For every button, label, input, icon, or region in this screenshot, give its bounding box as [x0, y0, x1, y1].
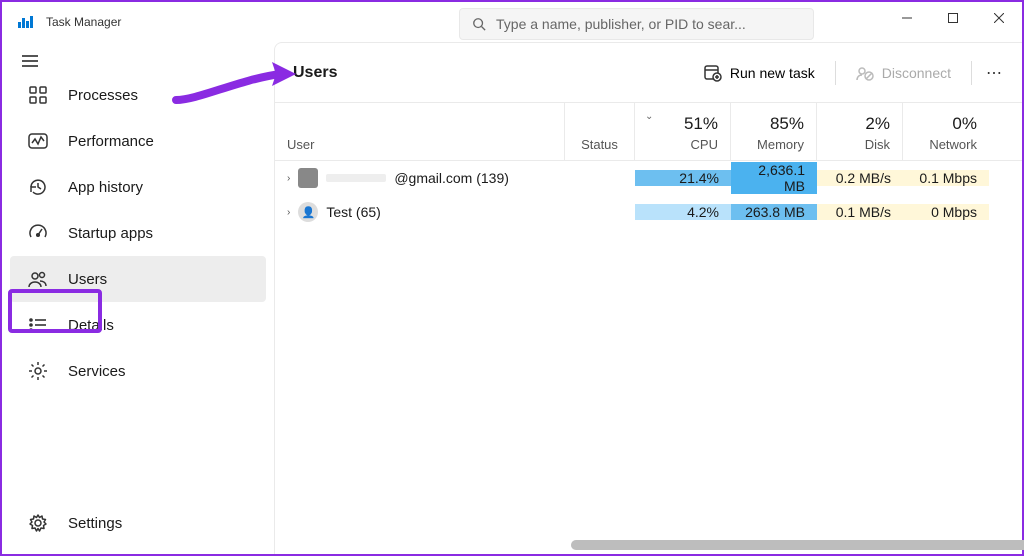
sidebar-item-performance[interactable]: Performance — [10, 118, 266, 164]
disk-value: 0.2 MB/s — [817, 170, 903, 186]
sidebar-item-label: Services — [68, 363, 126, 380]
expand-icon[interactable]: › — [287, 173, 290, 184]
history-icon — [28, 177, 48, 197]
sidebar-item-users[interactable]: Users — [10, 256, 266, 302]
window-controls — [884, 2, 1022, 34]
column-cpu[interactable]: ⌄ 51% CPU — [635, 103, 731, 160]
horizontal-scrollbar[interactable] — [571, 540, 1024, 550]
disconnect-label: Disconnect — [882, 65, 951, 81]
cpu-value: 21.4% — [635, 170, 731, 186]
sidebar-item-app-history[interactable]: App history — [10, 164, 266, 210]
users-icon — [28, 269, 48, 289]
sidebar-item-label: Settings — [68, 515, 122, 532]
sidebar-item-details[interactable]: Details — [10, 302, 266, 348]
toolbar-divider — [971, 61, 972, 85]
table-row[interactable]: › 👤 Test (65) 4.2% 263.8 MB 0.1 MB/s 0 M… — [275, 195, 1022, 229]
main-header: Users Run new task Disconnect ⋯ — [275, 43, 1022, 103]
memory-value: 2,636.1 MB — [731, 162, 817, 194]
disconnect-icon — [856, 64, 874, 82]
table-row[interactable]: › @gmail.com (139) 21.4% 2,636.1 MB 0.2 … — [275, 161, 1022, 195]
expand-icon[interactable]: › — [287, 207, 290, 218]
column-memory[interactable]: 85% Memory — [731, 103, 817, 160]
gear-icon — [28, 361, 48, 381]
disconnect-button: Disconnect — [844, 58, 963, 88]
sidebar-item-label: App history — [68, 179, 143, 196]
sidebar-item-label: Processes — [68, 87, 138, 104]
column-network[interactable]: 0% Network — [903, 103, 989, 160]
sidebar-item-label: Startup apps — [68, 225, 153, 242]
sidebar-item-label: Details — [68, 317, 114, 334]
avatar-placeholder-icon: 👤 — [298, 202, 318, 222]
settings-icon — [28, 513, 48, 533]
sidebar-item-settings[interactable]: Settings — [10, 500, 266, 546]
column-disk[interactable]: 2% Disk — [817, 103, 903, 160]
sidebar-item-processes[interactable]: Processes — [10, 72, 266, 118]
gauge-icon — [28, 223, 48, 243]
network-value: 0 Mbps — [903, 204, 989, 220]
sidebar: Processes Performance App history Startu… — [2, 42, 274, 554]
toolbar-divider — [835, 61, 836, 85]
search-input[interactable]: Type a name, publisher, or PID to sear..… — [459, 8, 814, 40]
app-title: Task Manager — [46, 15, 121, 29]
run-new-task-button[interactable]: Run new task — [692, 58, 827, 88]
memory-value: 263.8 MB — [731, 204, 817, 220]
disk-value: 0.1 MB/s — [817, 204, 903, 220]
title-bar: Task Manager Type a name, publisher, or … — [2, 2, 1022, 42]
sidebar-item-startup-apps[interactable]: Startup apps — [10, 210, 266, 256]
sidebar-item-label: Users — [68, 271, 107, 288]
users-table: User Status ⌄ 51% CPU 85% Memory 2% Disk… — [275, 103, 1022, 554]
run-task-icon — [704, 64, 722, 82]
hamburger-menu[interactable] — [2, 50, 274, 72]
grid-icon — [28, 85, 48, 105]
more-options-button[interactable]: ⋯ — [980, 63, 1010, 83]
avatar — [298, 168, 318, 188]
sidebar-item-services[interactable]: Services — [10, 348, 266, 394]
sidebar-item-label: Performance — [68, 133, 154, 150]
app-icon — [18, 16, 34, 28]
main-panel: Users Run new task Disconnect ⋯ User Sta… — [274, 42, 1022, 554]
activity-icon — [28, 131, 48, 151]
column-status[interactable]: Status — [565, 103, 635, 160]
scrollbar-thumb[interactable] — [571, 540, 1024, 550]
search-icon — [472, 17, 486, 31]
user-name: Test (65) — [326, 204, 380, 220]
column-user[interactable]: User — [275, 103, 565, 160]
maximize-button[interactable] — [930, 2, 976, 34]
run-new-task-label: Run new task — [730, 65, 815, 81]
user-name: @gmail.com (139) — [394, 170, 509, 186]
chevron-down-icon: ⌄ — [645, 111, 653, 122]
list-icon — [28, 315, 48, 335]
table-header: User Status ⌄ 51% CPU 85% Memory 2% Disk… — [275, 103, 1022, 161]
minimize-button[interactable] — [884, 2, 930, 34]
search-placeholder: Type a name, publisher, or PID to sear..… — [496, 16, 746, 32]
close-button[interactable] — [976, 2, 1022, 34]
network-value: 0.1 Mbps — [903, 170, 989, 186]
cpu-value: 4.2% — [635, 204, 731, 220]
redacted-text — [326, 174, 386, 182]
page-title: Users — [293, 64, 337, 82]
